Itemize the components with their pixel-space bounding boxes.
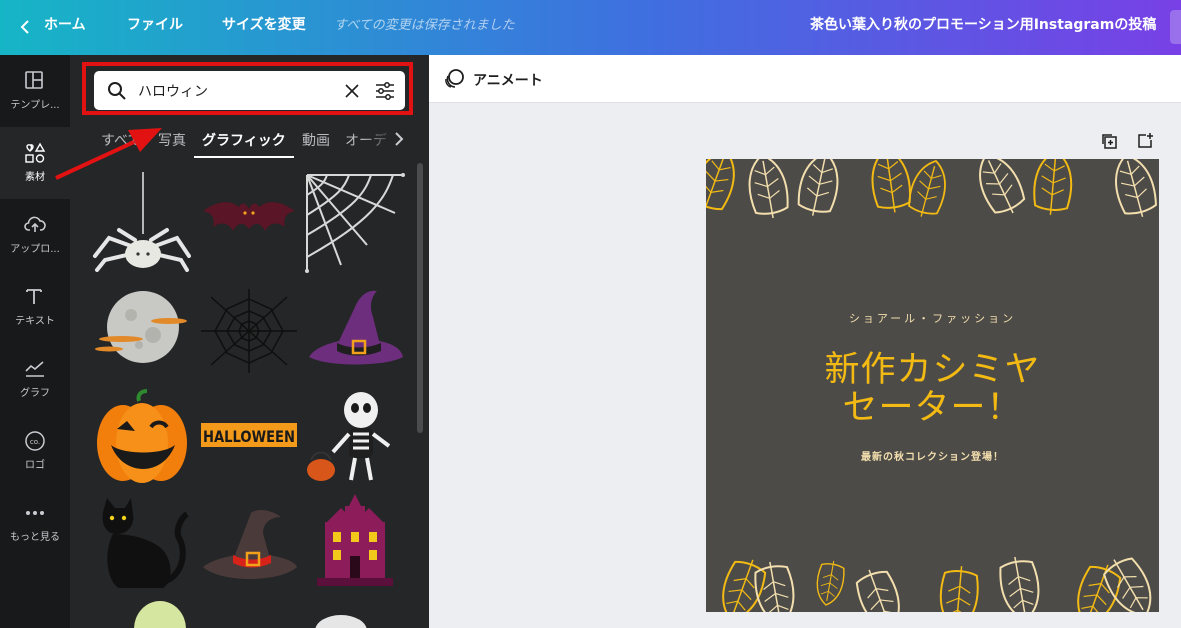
filter-icon[interactable]: [374, 80, 396, 102]
sidebar-item-logos[interactable]: co. ロゴ: [0, 415, 70, 487]
text-icon: [26, 289, 42, 304]
witch-hat-purple-graphic[interactable]: [305, 287, 405, 373]
haunted-house-graphic[interactable]: [305, 492, 405, 592]
document-title[interactable]: 茶色い葉入り秋のプロモーション用Instagramの投稿: [810, 0, 1156, 55]
black-cat-graphic[interactable]: [93, 492, 191, 592]
spider-graphic[interactable]: [91, 172, 191, 272]
duplicate-page-icon[interactable]: [1100, 132, 1118, 150]
more-icon: [26, 511, 44, 515]
logo-icon: co.: [25, 431, 45, 451]
file-menu[interactable]: ファイル: [127, 0, 183, 55]
add-page-icon[interactable]: [1136, 132, 1154, 150]
sidebar-item-templates[interactable]: テンプレ...: [0, 55, 70, 127]
ghost-green-graphic[interactable]: [130, 599, 190, 628]
canvas-toolbar: アニメート: [429, 55, 1181, 103]
sidebar-item-text[interactable]: テキスト: [0, 271, 70, 343]
design-page[interactable]: ショアール・ファッション 新作カシミヤ セーター！ 最新の秋コレクション登場！: [706, 159, 1159, 612]
spider-web-corner-graphic[interactable]: [305, 173, 405, 273]
animate-button[interactable]: アニメート: [473, 70, 543, 90]
chart-icon: [25, 361, 44, 377]
save-status: すべての変更は保存されました: [334, 18, 515, 33]
animate-icon: [445, 69, 464, 88]
home-button[interactable]: ホーム: [44, 0, 86, 55]
search-icon: [108, 82, 126, 100]
jack-o-lantern-graphic[interactable]: [93, 389, 191, 485]
sidebar-item-label: ロゴ: [25, 460, 45, 471]
sidebar-item-uploads[interactable]: アップロ...: [0, 199, 70, 271]
tab-videos[interactable]: 動画: [302, 130, 330, 150]
sidebar-item-label: テンプレ...: [10, 100, 60, 111]
sidebar-item-charts[interactable]: グラフ: [0, 343, 70, 415]
spider-web-graphic[interactable]: [199, 287, 299, 375]
search-input[interactable]: ハロウィン: [94, 71, 405, 110]
halloween-label-text: HALLOWEEN: [203, 427, 295, 446]
tab-active-indicator: [194, 156, 294, 158]
svg-text:co.: co.: [30, 438, 40, 446]
design-brand-text[interactable]: ショアール・ファッション: [706, 310, 1159, 326]
search-query: ハロウィン: [138, 84, 208, 100]
panel-scrollbar[interactable]: [417, 163, 423, 433]
clear-icon[interactable]: [345, 84, 359, 98]
elements-icon: [25, 142, 46, 163]
resize-button[interactable]: サイズを変更: [222, 0, 306, 55]
full-moon-graphic[interactable]: [91, 287, 191, 367]
skeleton-graphic[interactable]: [305, 388, 405, 488]
top-bar: ホーム ファイル サイズを変更 すべての変更は保存されました 茶色い葉入り秋のプ…: [0, 0, 1181, 55]
design-headline-line2: セーター！: [842, 388, 1023, 428]
sidebar-item-more[interactable]: もっと見る: [0, 487, 70, 559]
share-button[interactable]: [1170, 10, 1181, 44]
bat-graphic[interactable]: [199, 195, 299, 251]
sidebar-item-label: アップロ...: [10, 244, 60, 255]
template-icon: [25, 71, 43, 89]
chevron-left-icon[interactable]: [20, 20, 30, 34]
design-headline[interactable]: 新作カシミヤ セーター！: [706, 351, 1159, 427]
ghost-white-graphic[interactable]: [311, 615, 371, 628]
witch-hat-dark-graphic[interactable]: [199, 503, 299, 589]
sidebar-item-label: グラフ: [20, 388, 50, 399]
upload-icon: [24, 216, 46, 232]
design-subtitle[interactable]: 最新の秋コレクション登場！: [706, 448, 1159, 463]
tab-graphics[interactable]: グラフィック: [202, 130, 286, 150]
halloween-label-graphic[interactable]: HALLOWEEN: [199, 420, 299, 450]
sidebar-item-label: もっと見る: [10, 532, 60, 543]
design-headline-line1: 新作カシミヤ: [824, 350, 1041, 390]
chevron-right-icon[interactable]: [394, 132, 404, 146]
annotation-arrow: [55, 128, 162, 180]
sidebar-item-label: テキスト: [15, 316, 55, 327]
